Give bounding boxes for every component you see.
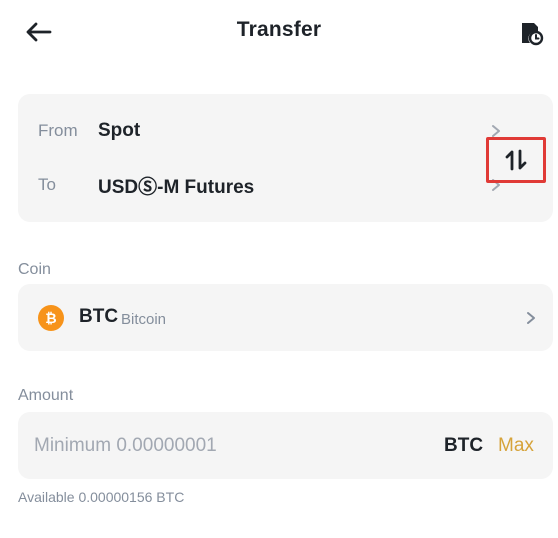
amount-section-label: Amount — [18, 387, 74, 404]
chevron-right-icon — [527, 312, 535, 324]
transfer-history-button[interactable] — [518, 20, 544, 46]
transfer-direction-card: From Spot To USDⓈ-M Futures — [18, 94, 553, 222]
max-button[interactable]: Max — [498, 435, 534, 457]
from-label: From — [38, 121, 78, 140]
available-balance: Available 0.00000156 BTC — [18, 489, 185, 505]
coin-section-label: Coin — [18, 261, 51, 278]
swap-vertical-icon — [505, 149, 527, 171]
coin-symbol: BTC — [79, 306, 119, 327]
page-title: Transfer — [236, 18, 322, 41]
bitcoin-icon: ₿ — [38, 305, 64, 331]
coin-selector[interactable]: ₿ BTC Bitcoin — [18, 284, 553, 351]
amount-field-container: BTC Max — [18, 412, 553, 479]
coin-name: Bitcoin — [121, 311, 167, 328]
header: Transfer — [0, 0, 558, 64]
to-account-value: USDⓈ-M Futures — [98, 176, 255, 198]
from-account-selector[interactable]: From Spot — [38, 116, 508, 146]
transfer-history-icon — [522, 23, 544, 46]
svg-text:₿: ₿ — [45, 311, 56, 326]
amount-unit: BTC — [444, 435, 484, 456]
to-account-selector[interactable]: To USDⓈ-M Futures — [38, 170, 508, 200]
to-label: To — [38, 175, 56, 194]
amount-input[interactable] — [34, 432, 424, 460]
swap-accounts-button[interactable] — [486, 137, 546, 183]
from-account-value: Spot — [98, 120, 141, 141]
